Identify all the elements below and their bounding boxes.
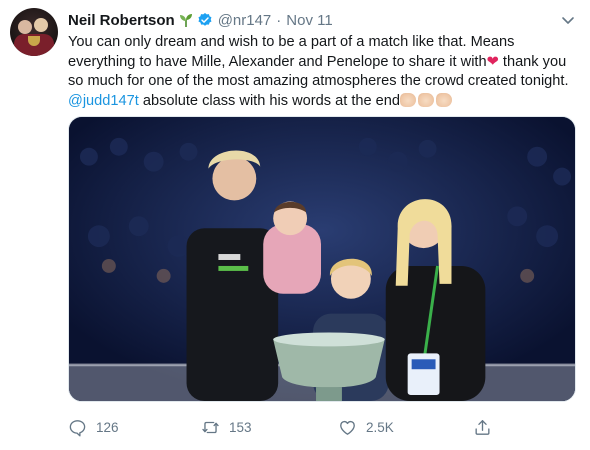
- tweet-date[interactable]: Nov 11: [286, 12, 332, 29]
- separator-dot: ·: [276, 11, 282, 29]
- tweet-text-line: absolute class with his words at the end: [138, 92, 401, 109]
- tweet-header: Neil Robertson @nr147 · Nov 11: [68, 10, 333, 30]
- author-name[interactable]: Neil Robertson: [68, 12, 175, 29]
- tweet-text-line: tonight.: [520, 73, 569, 89]
- heart-icon: [340, 420, 355, 435]
- retweet-count: 153: [229, 419, 252, 435]
- tweet-text-line: everything to have Mille, Alexander and …: [68, 53, 487, 70]
- clapping-hands-icon: [400, 92, 417, 107]
- tweet-text-line: You can only dream and wish to be a part…: [68, 34, 515, 50]
- tweet-actions: 126 153 2.5K: [68, 414, 573, 440]
- avatar-face-left: [18, 20, 32, 34]
- retweet-icon: [202, 421, 219, 433]
- share-button[interactable]: [473, 414, 501, 440]
- heart-emoji-icon: ❤: [486, 53, 499, 70]
- seedling-icon: [179, 14, 192, 27]
- tweet-photo[interactable]: [68, 116, 576, 402]
- share-icon: [475, 419, 490, 435]
- verified-badge-icon: [198, 13, 212, 26]
- chevron-down-icon[interactable]: [558, 10, 578, 30]
- reply-count: 126: [96, 419, 119, 435]
- reply-icon: [69, 419, 86, 436]
- tweet-text: You can only dream and wish to be a part…: [68, 33, 573, 111]
- author-handle[interactable]: @nr147: [218, 12, 272, 29]
- clapping-hands-icon: [418, 92, 435, 107]
- like-button[interactable]: 2.5K: [338, 414, 394, 440]
- tweet-text-line: thank: [498, 53, 539, 70]
- tweet-card[interactable]: Neil Robertson @nr147 · Nov 11 You can o…: [0, 0, 590, 450]
- avatar[interactable]: [10, 8, 58, 56]
- clapping-hands-icon: [436, 92, 453, 107]
- avatar-face-right: [34, 18, 48, 32]
- like-count: 2.5K: [366, 419, 394, 435]
- reply-button[interactable]: 126: [68, 414, 119, 440]
- photo-scene: [69, 117, 575, 401]
- mention-link[interactable]: @judd147t: [68, 93, 139, 109]
- retweet-button[interactable]: 153: [201, 414, 252, 440]
